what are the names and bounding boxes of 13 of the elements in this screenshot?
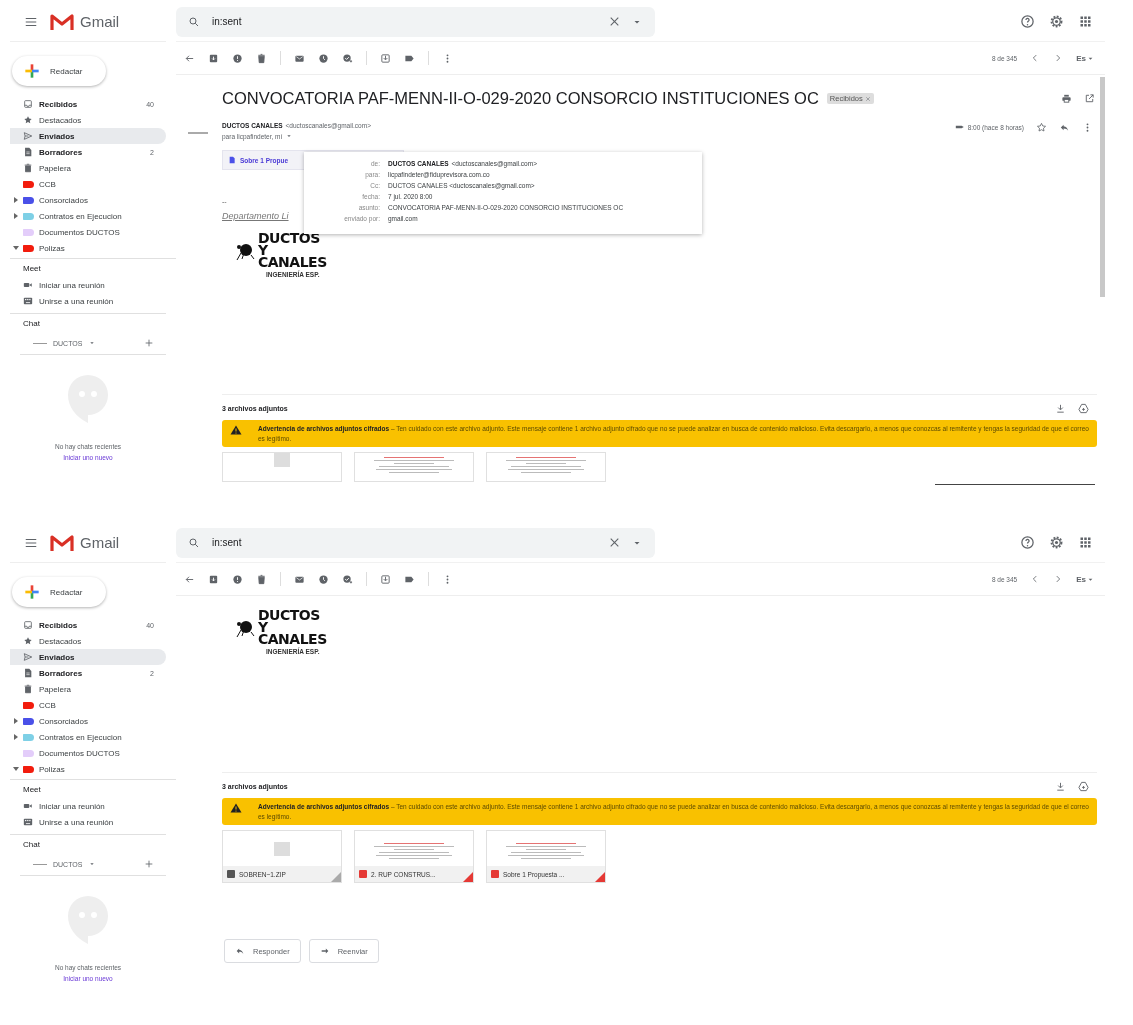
section-title: Meet — [22, 263, 42, 275]
logo-text: DUCTOS — [258, 233, 321, 245]
logo-text: Y — [258, 621, 268, 634]
logo-text: CANALES — [258, 633, 327, 646]
section-title: Chat — [22, 839, 41, 851]
section-title: Chat — [22, 318, 41, 330]
app-name: Gmail — [80, 534, 120, 551]
logo-text: Y — [258, 244, 268, 257]
logo-text: CANALES — [258, 256, 327, 269]
email-subject: CONVOCATORIA PAF-MENN-II-O-029-2020 CONSORCIO INSTITUCIONES OC — [222, 89, 819, 108]
section-title: Meet — [22, 784, 42, 796]
logo-text: DUCTOS — [258, 610, 321, 622]
app-name: Gmail — [80, 13, 120, 30]
